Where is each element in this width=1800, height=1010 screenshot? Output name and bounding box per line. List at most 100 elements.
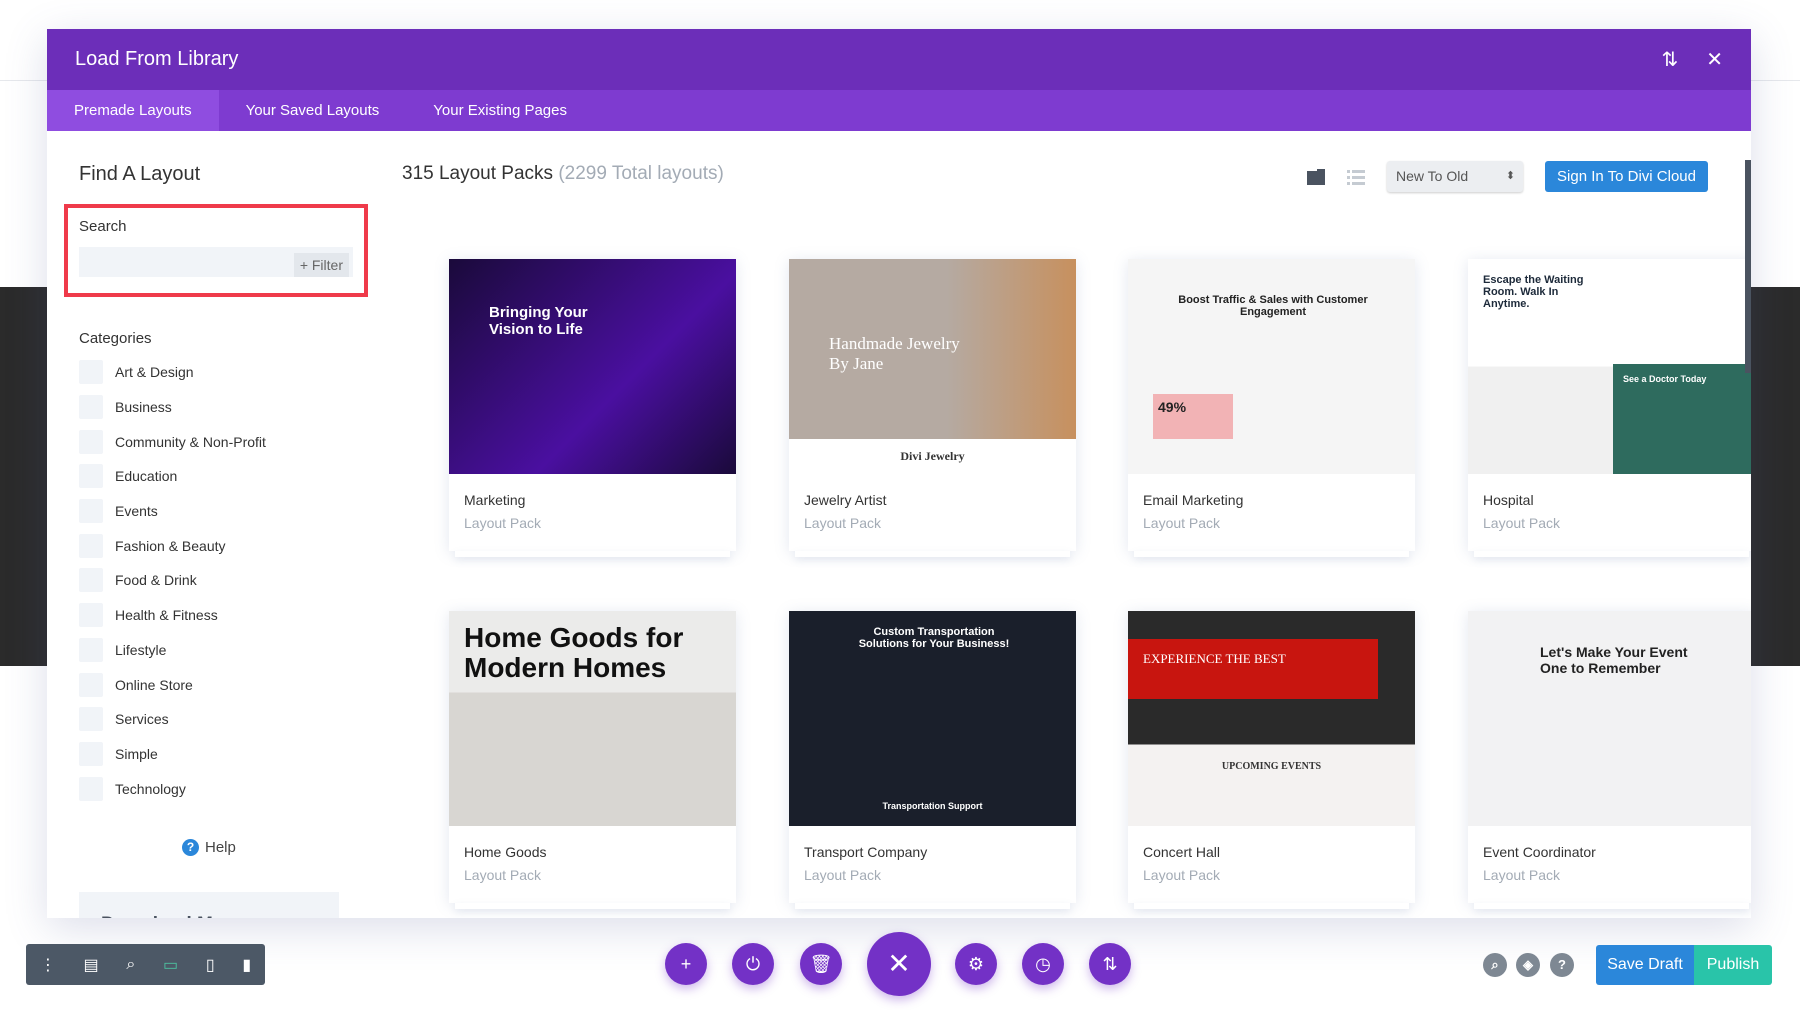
category-checkbox[interactable] (79, 429, 103, 454)
save-draft-button[interactable]: Save Draft (1596, 945, 1694, 985)
thumbnail-subtext: Transportation Support (882, 801, 983, 811)
category-item[interactable]: Business (79, 390, 266, 425)
modal-header: Load From Library ⇅ ✕ (47, 29, 1751, 90)
list-view-icon[interactable] (1347, 169, 1366, 185)
thumbnail-headline: Bringing Your Vision to Life (489, 304, 588, 338)
category-item[interactable]: Lifestyle (79, 633, 266, 668)
settings-gear-icon[interactable]: ⚙ (955, 943, 997, 985)
thumbnail-headline: Escape the Waiting Room. Walk In Anytime… (1483, 274, 1584, 310)
layers-icon[interactable]: ◈ (1516, 953, 1540, 977)
tab-saved-layouts[interactable]: Your Saved Layouts (219, 90, 407, 131)
category-label: Online Store (115, 676, 193, 693)
layout-name: Jewelry Artist (804, 492, 887, 508)
sort-arrows-icon[interactable]: ⇅ (1089, 943, 1131, 985)
category-checkbox[interactable] (79, 464, 103, 489)
category-label: Business (115, 399, 172, 416)
layout-card[interactable]: Escape the Waiting Room. Walk In Anytime… (1468, 259, 1751, 557)
category-item[interactable]: Technology (79, 771, 266, 806)
thumbnail-headline: Home Goods for Modern Homes (464, 622, 684, 683)
layout-name: Email Marketing (1143, 492, 1244, 508)
category-item[interactable]: Education (79, 459, 266, 494)
category-checkbox[interactable] (79, 533, 103, 558)
tab-existing-pages[interactable]: Your Existing Pages (406, 90, 594, 131)
scrollbar[interactable] (1745, 160, 1751, 373)
sort-arrows-icon[interactable]: ⇅ (1661, 47, 1678, 72)
layout-card[interactable]: Custom Transportation Solutions for Your… (789, 611, 1076, 909)
search-icon[interactable]: ⌕ (1483, 953, 1507, 977)
category-item[interactable]: Fashion & Beauty (79, 528, 266, 563)
layout-type: Layout Pack (804, 515, 882, 531)
desktop-view-icon[interactable]: ▭ (163, 955, 178, 975)
sign-in-divi-cloud-button[interactable]: Sign In To Divi Cloud (1545, 161, 1708, 192)
help-icon[interactable]: ? (1550, 953, 1574, 977)
category-label: Events (115, 503, 158, 520)
portability-icon[interactable]: ⏻ (732, 943, 774, 985)
download-more-layouts[interactable]: Download More Layouts (79, 892, 339, 918)
load-from-library-modal: Load From Library ⇅ ✕ Premade Layouts Yo… (47, 29, 1751, 918)
close-icon[interactable]: ✕ (867, 932, 931, 996)
help-link[interactable]: ? Help (182, 839, 236, 856)
layout-type: Layout Pack (1483, 515, 1561, 531)
layout-card[interactable]: EXPERIENCE THE BEST UPCOMING EVENTS Concer… (1128, 611, 1415, 909)
layout-card[interactable]: Let's Make Your Event One to Remember Eve… (1468, 611, 1751, 909)
category-label: Technology (115, 780, 186, 797)
zoom-icon[interactable]: ⌕ (126, 956, 135, 974)
category-label: Simple (115, 745, 158, 762)
category-label: Lifestyle (115, 641, 167, 658)
close-icon[interactable]: ✕ (1706, 47, 1723, 72)
category-checkbox[interactable] (79, 707, 103, 732)
category-checkbox[interactable] (79, 568, 103, 593)
thumbnail-subtext: UPCOMING EVENTS (1221, 761, 1322, 772)
add-button[interactable]: + (665, 943, 707, 985)
layout-type: Layout Pack (1483, 867, 1561, 883)
menu-dots-icon[interactable]: ⋮ (40, 955, 56, 975)
thumbnail-subtext: 49% (1153, 394, 1233, 439)
sidebar-heading: Find A Layout (79, 163, 201, 185)
category-item[interactable]: Food & Drink (79, 563, 266, 598)
layout-card[interactable]: Handmade Jewelry By Jane Divi Jewelry Jewe… (789, 259, 1076, 557)
search-label: Search (79, 218, 127, 235)
layout-card[interactable]: Boost Traffic & Sales with Customer Enga… (1128, 259, 1415, 557)
layout-name: Transport Company (804, 844, 928, 860)
category-checkbox[interactable] (79, 776, 103, 801)
tab-bar: Premade Layouts Your Saved Layouts Your … (47, 90, 1751, 131)
category-item[interactable]: Events (79, 494, 266, 529)
history-clock-icon[interactable]: ◷ (1022, 943, 1064, 985)
thumbnail-headline: Handmade Jewelry By Jane (829, 334, 960, 373)
publish-button[interactable]: Publish (1694, 945, 1772, 985)
category-checkbox[interactable] (79, 637, 103, 662)
category-item[interactable]: Online Store (79, 667, 266, 702)
category-item[interactable]: Simple (79, 737, 266, 772)
layout-type: Layout Pack (804, 867, 882, 883)
category-label: Food & Drink (115, 572, 197, 589)
layout-type: Layout Pack (464, 515, 542, 531)
category-label: Art & Design (115, 364, 194, 381)
layout-thumbnail: Handmade Jewelry By Jane Divi Jewelry (789, 259, 1076, 474)
category-item[interactable]: Services (79, 702, 266, 737)
category-checkbox[interactable] (79, 499, 103, 524)
grid-view-icon[interactable] (1307, 168, 1326, 185)
trash-icon[interactable]: 🗑 (800, 943, 842, 985)
category-checkbox[interactable] (79, 741, 103, 766)
layout-card[interactable]: Home Goods for Modern Homes Home Goods Lay… (449, 611, 736, 909)
category-item[interactable]: Community & Non-Profit (79, 424, 266, 459)
tablet-view-icon[interactable]: ▯ (206, 955, 215, 975)
category-item[interactable]: Art & Design (79, 355, 266, 390)
category-checkbox[interactable] (79, 672, 103, 697)
tab-premade-layouts[interactable]: Premade Layouts (47, 90, 219, 131)
layout-thumbnail: Home Goods for Modern Homes (449, 611, 736, 826)
layout-name: Hospital (1483, 492, 1534, 508)
wireframe-icon[interactable]: ▤ (84, 955, 99, 975)
category-item[interactable]: Health & Fitness (79, 598, 266, 633)
modal-title: Load From Library (75, 48, 239, 70)
category-checkbox[interactable] (79, 603, 103, 628)
sidebar: Find A Layout Search + Filter Categories… (64, 163, 368, 918)
phone-view-icon[interactable]: ▮ (242, 955, 251, 975)
thumbnail-headline: Custom Transportation Solutions for Your… (858, 626, 1010, 650)
category-checkbox[interactable] (79, 395, 103, 420)
layout-card[interactable]: Bringing Your Vision to Life Marketing Lay… (449, 259, 736, 557)
sort-select[interactable]: New To Old (1387, 161, 1524, 192)
help-label: Help (205, 839, 236, 856)
filter-button[interactable]: + Filter (293, 253, 349, 277)
category-checkbox[interactable] (79, 360, 103, 385)
